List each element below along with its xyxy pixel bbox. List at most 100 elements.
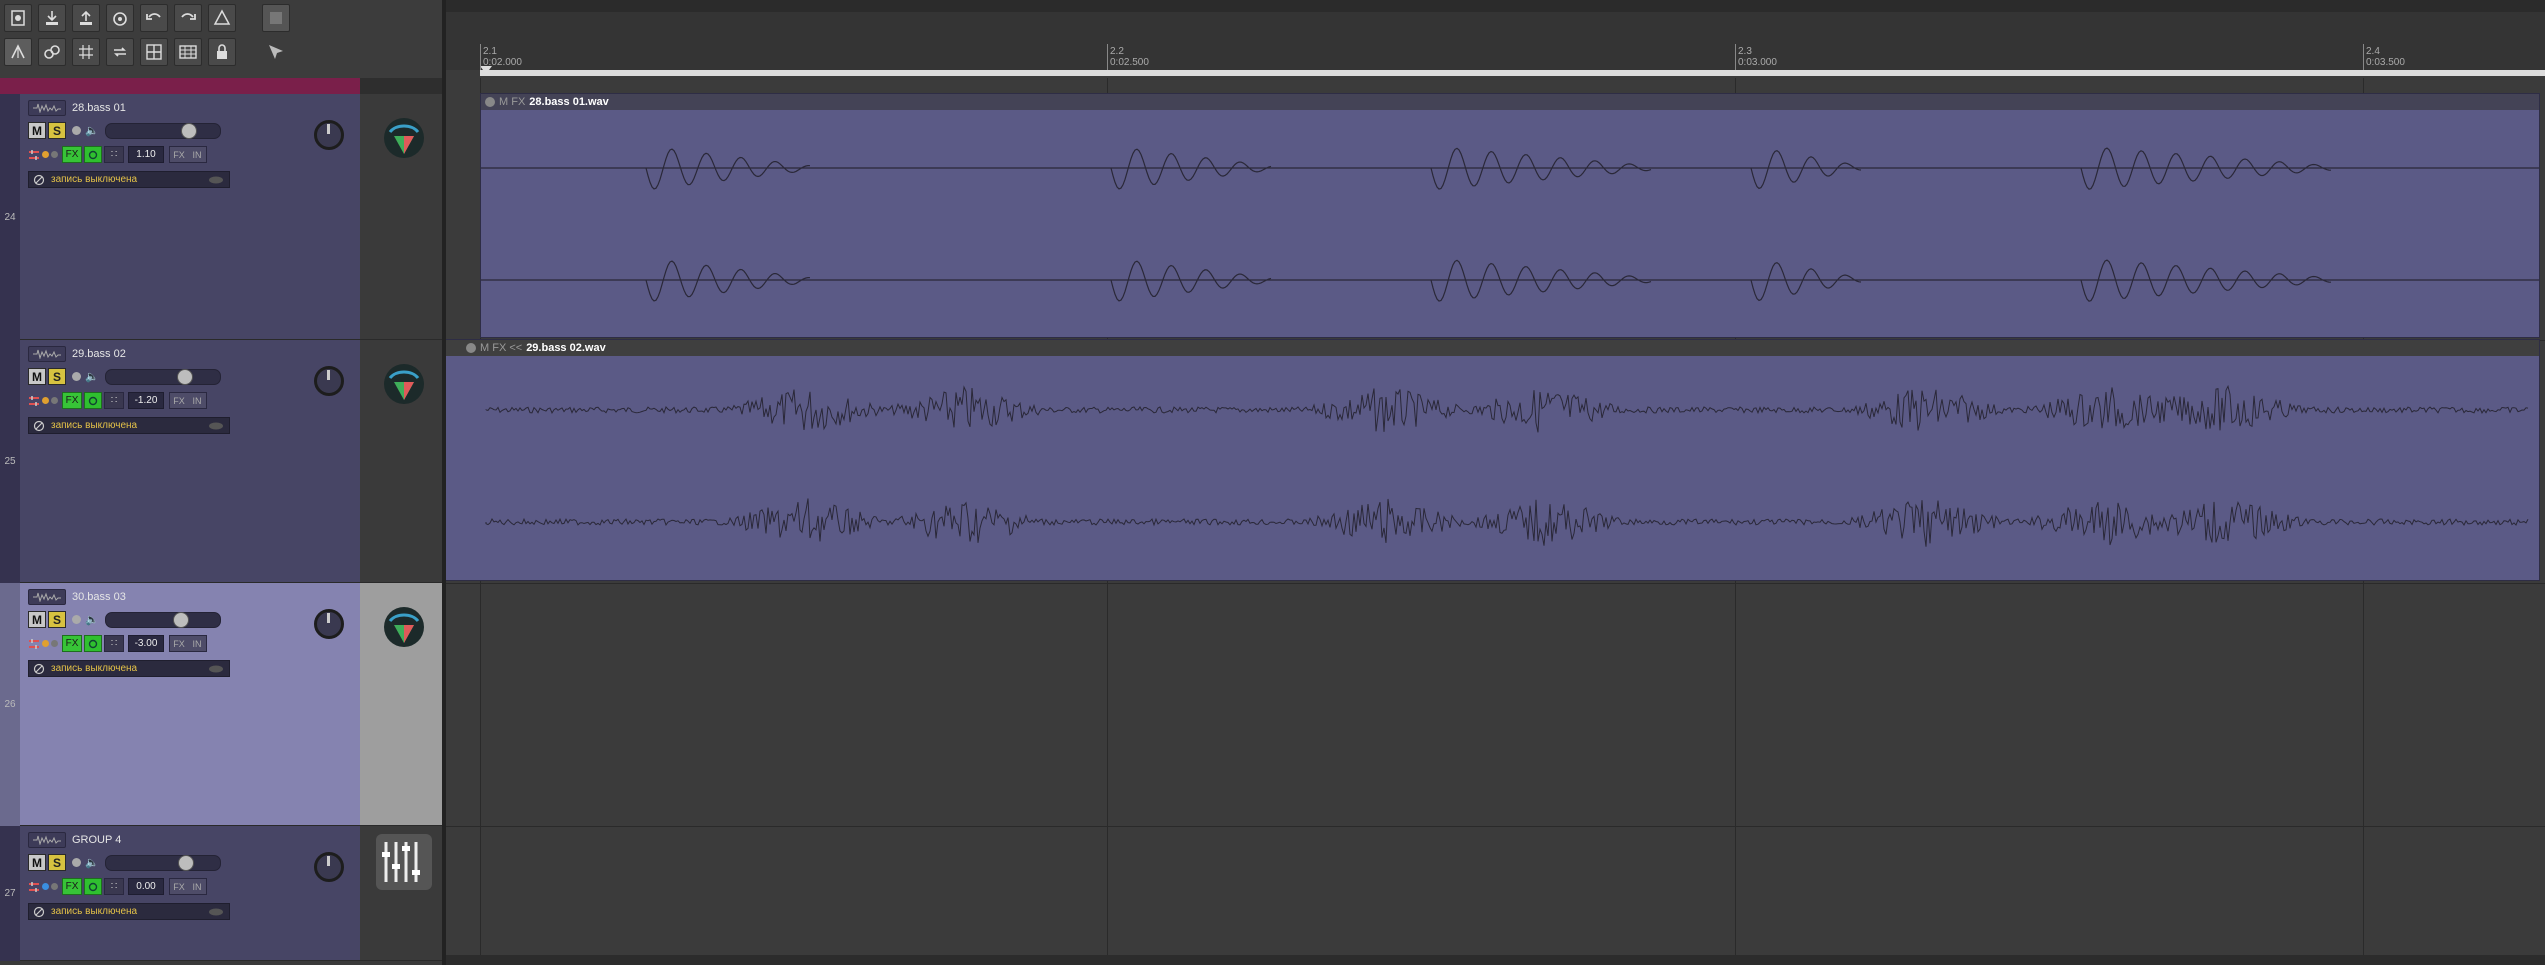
fx-in-toggle[interactable]: FX IN (169, 146, 207, 163)
input-indicator[interactable] (51, 397, 58, 404)
in-label[interactable]: IN (188, 636, 206, 651)
square-icon[interactable] (262, 4, 290, 32)
undo-icon[interactable] (140, 4, 168, 32)
record-mode-icon[interactable] (207, 421, 225, 431)
grid-icon[interactable] (72, 38, 100, 66)
routing-icon[interactable] (28, 395, 40, 407)
track-number[interactable]: 27 (0, 826, 21, 961)
media-item-bass-01[interactable]: M FX 28.bass 01.wav (480, 93, 2540, 338)
track-name[interactable]: 28.bass 01 (72, 102, 126, 114)
track-panel[interactable]: 28.bass 01 M S 🔈 FX ∷ 1.10 FX IN запись … (20, 94, 360, 340)
render-icon[interactable] (106, 4, 134, 32)
mute-button[interactable]: M (28, 368, 46, 385)
track-wave-icon[interactable] (28, 100, 66, 116)
volume-fader[interactable] (104, 611, 221, 628)
in-label[interactable]: IN (188, 147, 206, 162)
phase-indicator[interactable] (42, 883, 49, 890)
record-mode-icon[interactable] (207, 175, 225, 185)
envelope-icon[interactable]: ∷ (104, 635, 124, 652)
phase-indicator[interactable] (42, 151, 49, 158)
in-label[interactable]: IN (188, 879, 206, 894)
mute-button[interactable]: M (28, 122, 46, 139)
track-24[interactable]: 24 28.bass 01 M S 🔈 FX ∷ 1.10 FX IN запи… (0, 94, 445, 340)
solo-button[interactable]: S (48, 854, 66, 871)
fx-bypass-icon[interactable] (84, 878, 102, 895)
mute-button[interactable]: M (28, 854, 46, 871)
cursor-icon[interactable] (262, 38, 290, 66)
link-icon[interactable] (38, 38, 66, 66)
fx-small-label[interactable]: FX (170, 879, 188, 894)
horizontal-scrollbar[interactable] (445, 955, 2545, 965)
record-status[interactable]: запись выключена (28, 417, 230, 434)
grid-small-icon[interactable] (174, 38, 202, 66)
save-icon[interactable] (38, 4, 66, 32)
record-status[interactable]: запись выключена (28, 903, 230, 920)
volume-fader[interactable] (104, 122, 221, 139)
track-panel[interactable]: 30.bass 03 M S 🔈 FX ∷ -3.00 FX IN запись… (20, 583, 360, 826)
pan-knob[interactable] (314, 120, 344, 150)
record-arm-button[interactable] (72, 858, 81, 867)
panel-divider[interactable] (442, 0, 446, 965)
monitor-icon[interactable]: 🔈 (85, 613, 99, 626)
ruler[interactable] (445, 12, 2545, 70)
routing-icon[interactable] (28, 638, 40, 650)
track-icon-box[interactable] (360, 94, 445, 340)
record-arm-button[interactable] (72, 372, 81, 381)
fx-button[interactable]: FX (62, 392, 82, 409)
monitor-icon[interactable]: 🔈 (85, 370, 99, 383)
fx-in-toggle[interactable]: FX IN (169, 392, 207, 409)
volume-fader[interactable] (104, 368, 221, 385)
record-status[interactable]: запись выключена (28, 171, 230, 188)
solo-button[interactable]: S (48, 368, 66, 385)
track-number[interactable]: 24 (0, 94, 21, 340)
track-icon-box[interactable] (360, 583, 445, 826)
fx-button[interactable]: FX (62, 878, 82, 895)
item-power-icon[interactable] (485, 97, 495, 107)
triangle-icon[interactable] (208, 4, 236, 32)
track-name[interactable]: GROUP 4 (72, 834, 121, 846)
volume-value[interactable]: -3.00 (128, 635, 164, 652)
track-wave-icon[interactable] (28, 589, 66, 605)
redo-icon[interactable] (174, 4, 202, 32)
track-name[interactable]: 29.bass 02 (72, 348, 126, 360)
routing-icon[interactable] (28, 881, 40, 893)
track-panel[interactable]: 29.bass 02 M S 🔈 FX ∷ -1.20 FX IN запись… (20, 340, 360, 583)
fx-bypass-icon[interactable] (84, 635, 102, 652)
track-number[interactable]: 25 (0, 340, 21, 583)
record-arm-button[interactable] (72, 615, 81, 624)
fx-small-label[interactable]: FX (170, 636, 188, 651)
metronome-icon[interactable] (4, 4, 32, 32)
volume-fader[interactable] (104, 854, 221, 871)
volume-value[interactable]: 1.10 (128, 146, 164, 163)
envelope-icon[interactable]: ∷ (104, 392, 124, 409)
track-26[interactable]: 26 30.bass 03 M S 🔈 FX ∷ -3.00 FX IN зап… (0, 583, 445, 826)
grid-large-icon[interactable] (140, 38, 168, 66)
phase-indicator[interactable] (42, 397, 49, 404)
monitor-icon[interactable]: 🔈 (85, 124, 99, 137)
pan-knob[interactable] (314, 852, 344, 882)
input-indicator[interactable] (51, 151, 58, 158)
open-icon[interactable] (72, 4, 100, 32)
envelope-icon[interactable]: ∷ (104, 146, 124, 163)
track-name[interactable]: 30.bass 03 (72, 591, 126, 603)
arrange-view[interactable]: 2.1 0:02.000 2.2 0:02.500 2.3 0:03.000 2.4 0:03… (445, 0, 2545, 965)
pan-knob[interactable] (314, 609, 344, 639)
solo-button[interactable]: S (48, 122, 66, 139)
monitor-icon[interactable]: 🔈 (85, 856, 99, 869)
fx-small-label[interactable]: FX (170, 393, 188, 408)
volume-value[interactable]: 0.00 (128, 878, 164, 895)
ripple-edit-icon[interactable] (4, 38, 32, 66)
fx-small-label[interactable]: FX (170, 147, 188, 162)
volume-fader-knob[interactable] (177, 854, 194, 871)
track-panel[interactable]: GROUP 4 M S 🔈 FX ∷ 0.00 FX IN запись вык… (20, 826, 360, 961)
record-status[interactable]: запись выключена (28, 660, 230, 677)
fx-bypass-icon[interactable] (84, 146, 102, 163)
phase-indicator[interactable] (42, 640, 49, 647)
fx-bypass-icon[interactable] (84, 392, 102, 409)
track-wave-icon[interactable] (28, 346, 66, 362)
track-27[interactable]: 27 GROUP 4 M S 🔈 FX ∷ 0.00 FX IN запись … (0, 826, 445, 961)
volume-fader-knob[interactable] (172, 611, 189, 628)
track-number[interactable]: 26 (0, 583, 21, 826)
input-indicator[interactable] (51, 640, 58, 647)
fx-in-toggle[interactable]: FX IN (169, 635, 207, 652)
